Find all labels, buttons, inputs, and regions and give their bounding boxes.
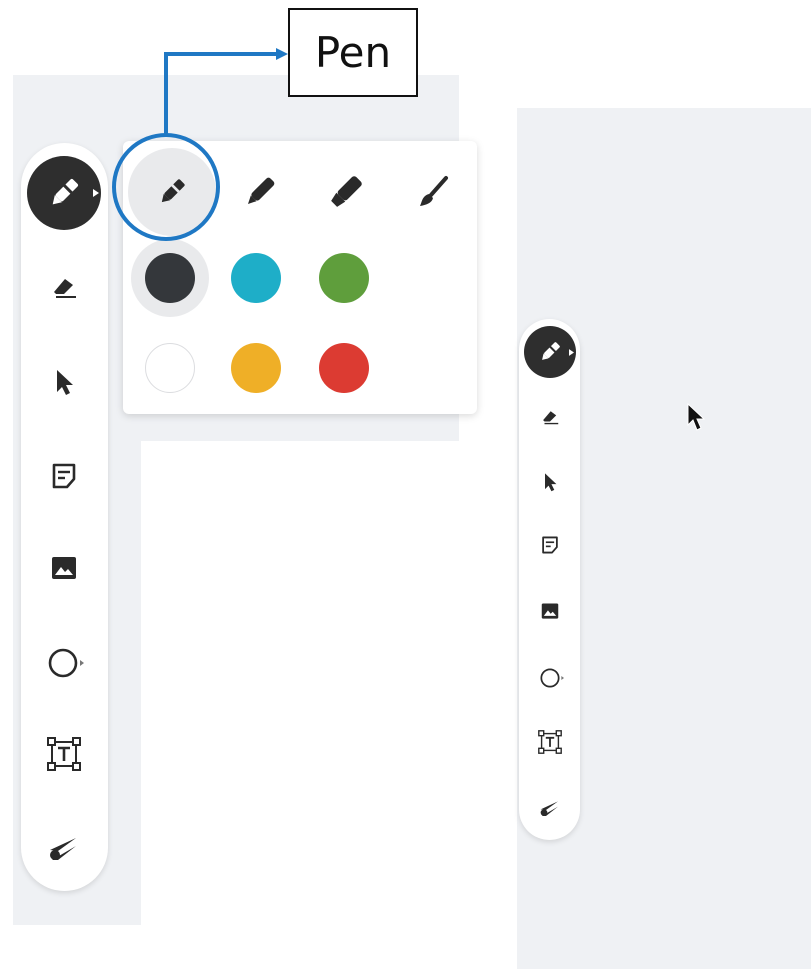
pen-tool-button[interactable] — [524, 326, 576, 378]
cursor-icon — [540, 470, 560, 494]
callout-connector — [112, 48, 288, 241]
note-icon — [539, 534, 561, 556]
pen-icon — [536, 338, 564, 366]
right-toolbar — [519, 319, 580, 840]
laser-tool-button[interactable] — [533, 791, 567, 825]
eraser-tool-button[interactable] — [533, 399, 567, 433]
circle-icon — [538, 666, 566, 690]
image-tool-button[interactable] — [533, 594, 567, 628]
eraser-icon — [539, 405, 561, 427]
select-tool-button[interactable] — [533, 465, 567, 499]
text-tool-button[interactable] — [533, 725, 567, 759]
pen-callout-label: Pen — [288, 8, 418, 97]
mouse-pointer-icon — [686, 402, 708, 437]
shape-tool-button[interactable] — [533, 661, 571, 695]
image-icon — [539, 600, 561, 622]
laser-icon — [538, 796, 562, 820]
sticky-note-tool-button[interactable] — [533, 528, 567, 562]
submenu-arrow-icon — [569, 349, 574, 356]
text-box-icon — [536, 728, 564, 756]
